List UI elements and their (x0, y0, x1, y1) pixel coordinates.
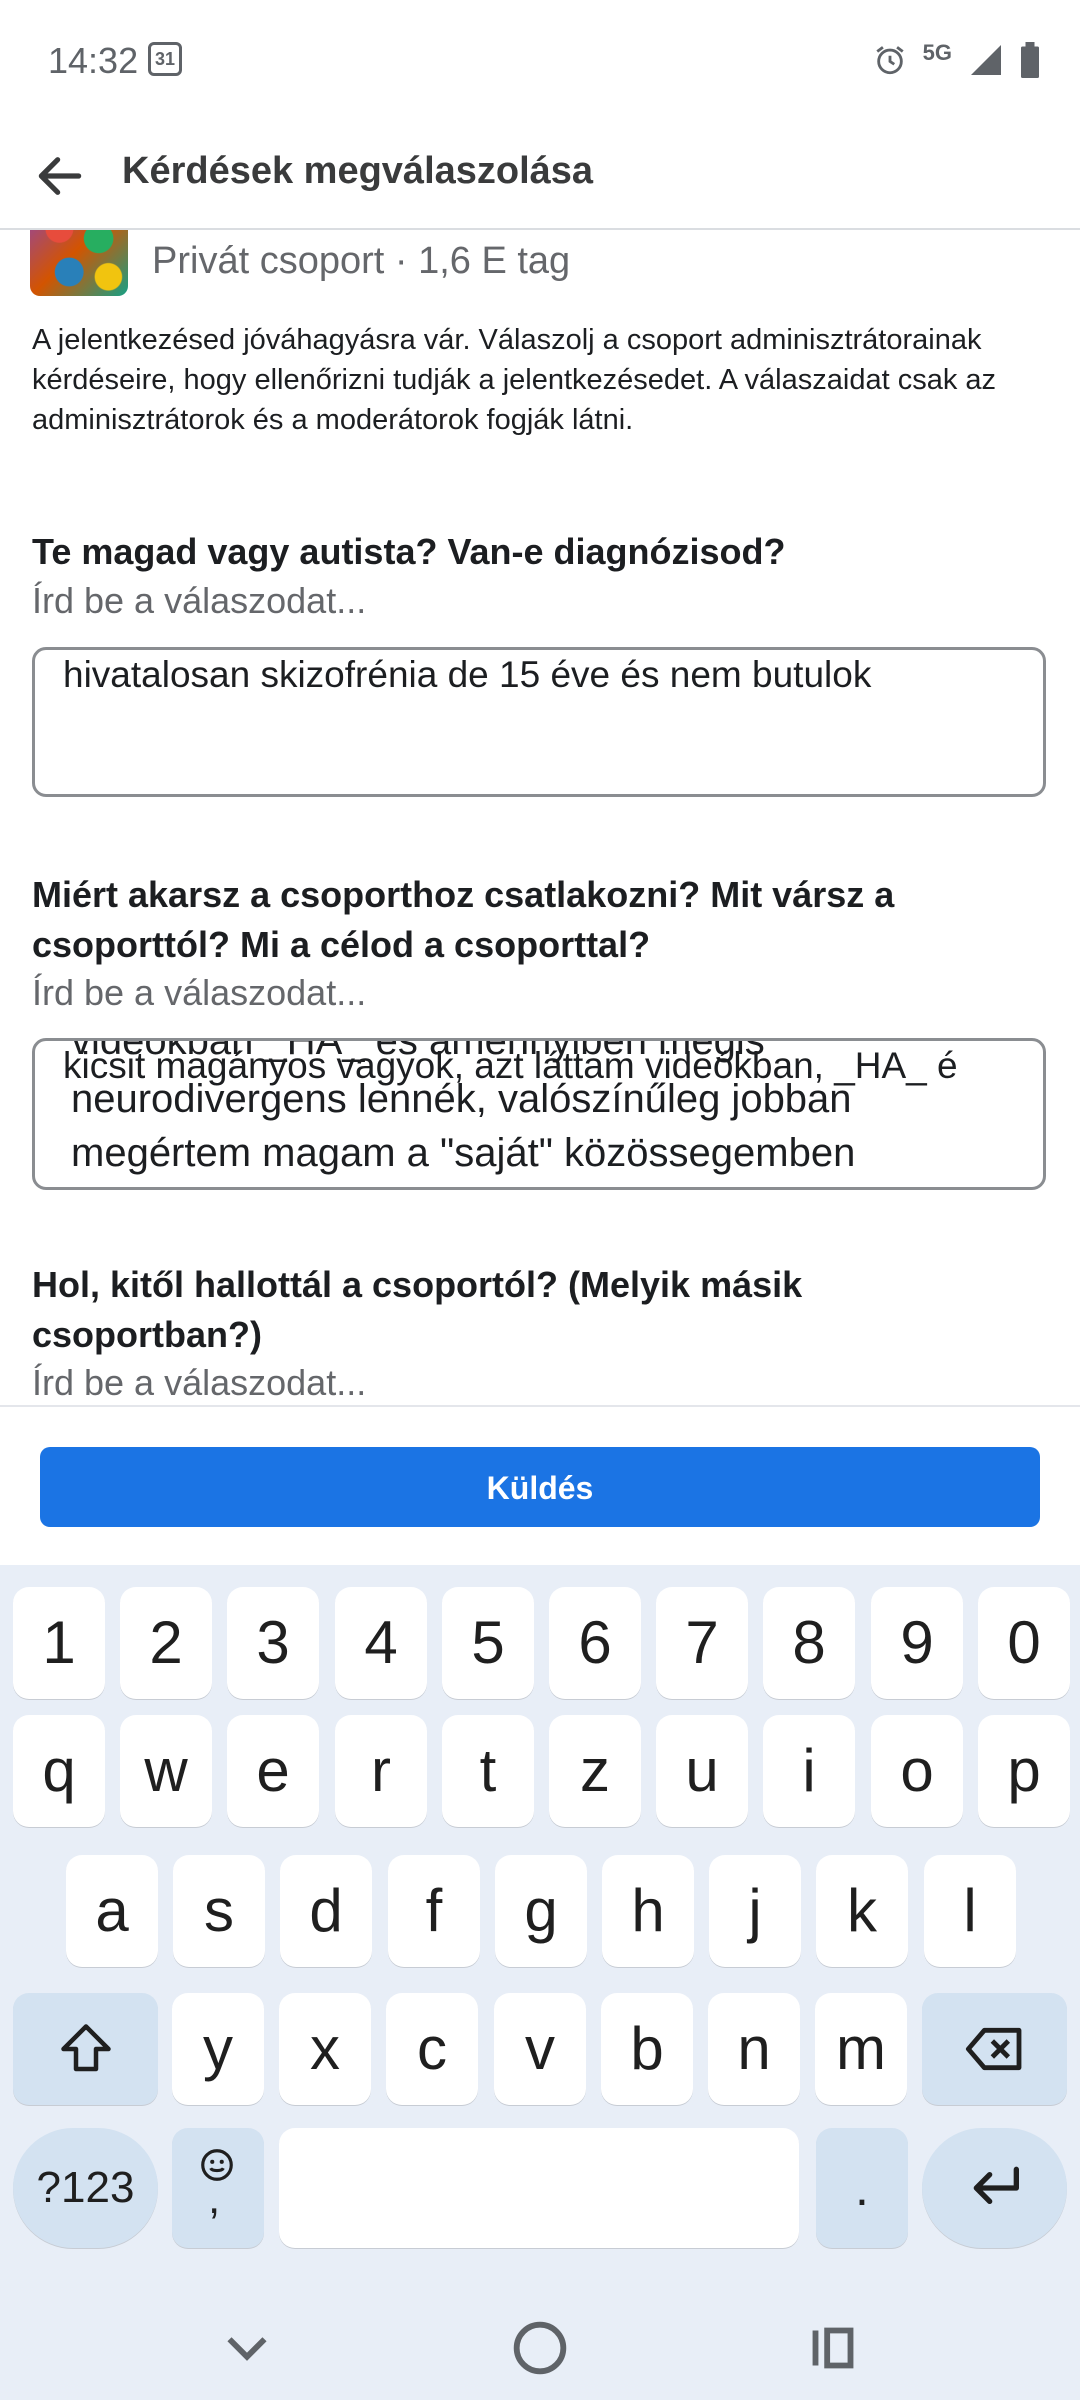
status-time: 14:32 (48, 40, 139, 81)
answer-text: hivatalosan skizofrénia de 15 éve és nem… (63, 654, 872, 695)
key-t[interactable]: t (442, 1715, 534, 1827)
key-y[interactable]: y (172, 1993, 264, 2105)
key-k[interactable]: k (816, 1855, 908, 1967)
key-g[interactable]: g (495, 1855, 587, 1967)
key-3[interactable]: 3 (227, 1587, 319, 1699)
key-n[interactable]: n (708, 1993, 800, 2105)
key-z[interactable]: z (549, 1715, 641, 1827)
key-s[interactable]: s (173, 1855, 265, 1967)
recent-apps-icon[interactable] (798, 2313, 868, 2383)
key-8[interactable]: 8 (763, 1587, 855, 1699)
battery-icon (1021, 42, 1039, 78)
answer-line: neurodivergens lennék, valószínűleg jobb… (71, 1077, 852, 1121)
key-2[interactable]: 2 (120, 1587, 212, 1699)
status-icons: 5G (873, 40, 1040, 80)
key-9[interactable]: 9 (871, 1587, 963, 1699)
key-w[interactable]: w (120, 1715, 212, 1827)
key-l[interactable]: l (924, 1855, 1016, 1967)
key-4[interactable]: 4 (335, 1587, 427, 1699)
key-6[interactable]: 6 (549, 1587, 641, 1699)
answer-field-1[interactable]: hivatalosan skizofrénia de 15 éve és nem… (32, 647, 1046, 797)
backspace-icon (965, 2027, 1021, 2071)
home-button-icon[interactable] (505, 2313, 575, 2383)
alarm-icon (876, 46, 904, 75)
key-a[interactable]: a (66, 1855, 158, 1967)
group-meta: Privát csoport · 1,6 E tag (152, 240, 571, 282)
key-q[interactable]: q (13, 1715, 105, 1827)
key-p[interactable]: p (978, 1715, 1070, 1827)
backspace-key[interactable] (922, 1993, 1067, 2105)
send-button[interactable]: Küldés (40, 1447, 1040, 1527)
network-type-label: 5G (922, 40, 952, 65)
system-nav-bar (0, 2295, 1080, 2400)
key-v[interactable]: v (494, 1993, 586, 2105)
send-bar: Küldés (0, 1405, 1080, 1565)
page-title: Kérdések megválaszolása (122, 150, 594, 192)
comma-label: , (208, 2174, 221, 2223)
key-5[interactable]: 5 (442, 1587, 534, 1699)
key-o[interactable]: o (871, 1715, 963, 1827)
hide-keyboard-chevron-icon[interactable] (212, 2313, 282, 2383)
emoji-comma-key[interactable]: , (172, 2128, 264, 2248)
key-1[interactable]: 1 (13, 1587, 105, 1699)
key-h[interactable]: h (602, 1855, 694, 1967)
keyboard: 1234567890 qwertzuiop asdfghjkl yxcvbnm ?12… (0, 1565, 1080, 2295)
symbols-key[interactable]: ?123 (13, 2128, 158, 2248)
key-c[interactable]: c (386, 1993, 478, 2105)
question-title: Te magad vagy autista? Van-e diagnózisod… (32, 531, 786, 572)
questions-form[interactable]: Privát csoport · 1,6 E tag A jelentkezés… (0, 230, 1080, 1405)
key-7[interactable]: 7 (656, 1587, 748, 1699)
key-x[interactable]: x (279, 1993, 371, 2105)
period-key[interactable]: . (816, 2128, 908, 2248)
question-placeholder: Írd be a válaszodat... (32, 1362, 367, 1403)
key-d[interactable]: d (280, 1855, 372, 1967)
question-title: Miért akarsz a csoporthoz csatlakozni? M… (32, 874, 895, 965)
calendar-icon: 31 (148, 42, 182, 76)
key-r[interactable]: r (335, 1715, 427, 1827)
key-b[interactable]: b (601, 1993, 693, 2105)
back-arrow-icon[interactable] (32, 148, 88, 204)
signal-icon (971, 45, 1001, 75)
key-e[interactable]: e (227, 1715, 319, 1827)
enter-key[interactable] (922, 2128, 1067, 2248)
question-title: Hol, kitől hallottál a csoportól? (Melyi… (32, 1264, 803, 1355)
group-cover-image (30, 230, 128, 296)
answer-line: megértem magam a "saját" közössegemben (71, 1131, 856, 1175)
shift-key[interactable] (13, 1993, 158, 2105)
question-placeholder: Írd be a válaszodat... (32, 580, 367, 621)
space-key[interactable] (279, 2128, 799, 2248)
key-u[interactable]: u (656, 1715, 748, 1827)
key-j[interactable]: j (709, 1855, 801, 1967)
shift-icon (60, 2024, 111, 2072)
key-0[interactable]: 0 (978, 1587, 1070, 1699)
question-placeholder: Írd be a válaszodat... (32, 972, 367, 1013)
enter-icon (973, 2166, 1019, 2204)
intro-text: A jelentkezésed jóváhagyásra vár. Válasz… (32, 324, 997, 436)
status-bar: 14:32 31 5G (0, 0, 1080, 120)
app-header: Kérdések megválaszolása (0, 120, 1080, 230)
key-f[interactable]: f (388, 1855, 480, 1967)
answer-field-2[interactable]: videokban _HA_ és amennyiben mégis kicsi… (32, 1038, 1046, 1190)
key-m[interactable]: m (815, 1993, 907, 2105)
key-i[interactable]: i (763, 1715, 855, 1827)
